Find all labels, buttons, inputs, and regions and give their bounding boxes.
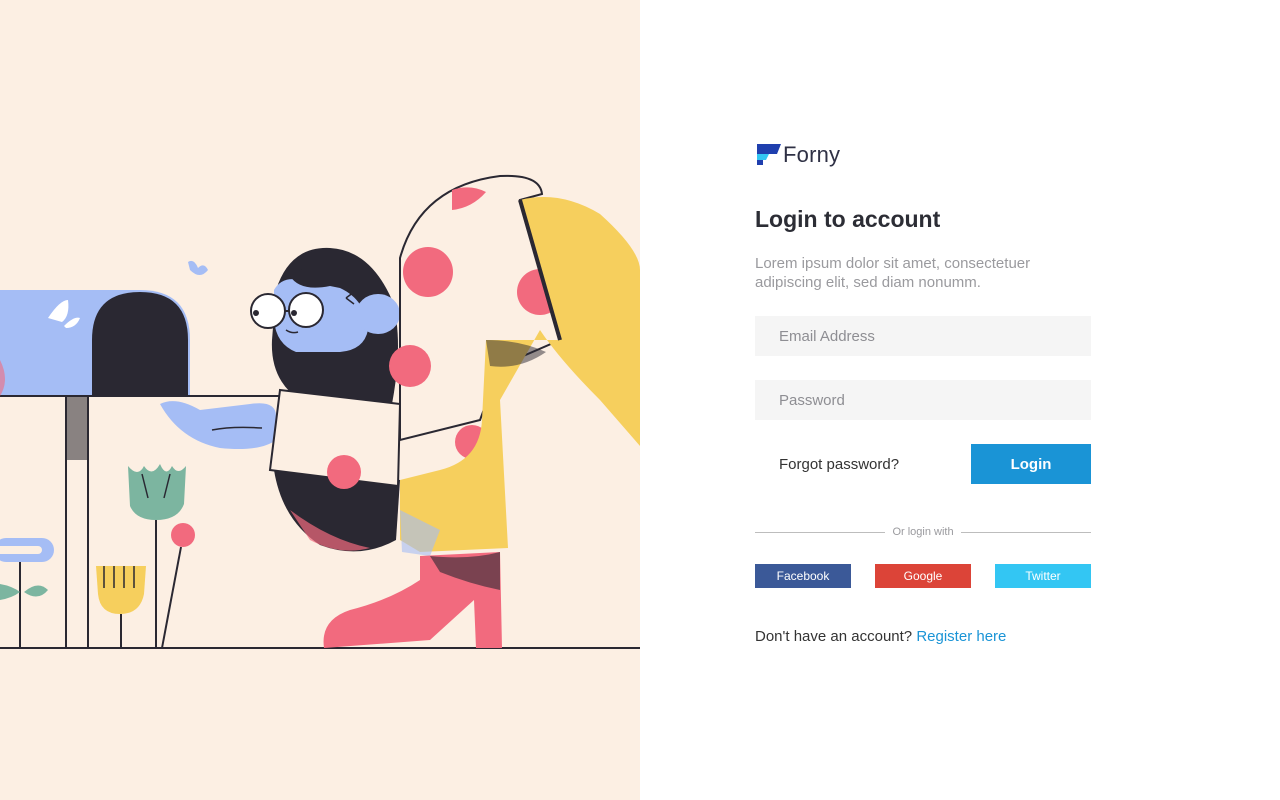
woman-mailbox-illustration bbox=[0, 174, 640, 649]
forny-logo-icon bbox=[757, 144, 781, 165]
illustration-panel bbox=[0, 0, 640, 800]
actions-row: Forgot password? Login bbox=[755, 444, 1091, 484]
login-form: Forny Login to account Lorem ipsum dolor… bbox=[755, 140, 1092, 646]
login-panel: Forny Login to account Lorem ipsum dolor… bbox=[640, 0, 1280, 800]
register-prompt: Don't have an account? bbox=[755, 628, 913, 645]
twitter-login-button[interactable]: Twitter bbox=[995, 564, 1091, 588]
password-field[interactable] bbox=[755, 380, 1091, 420]
brand-name: Forny bbox=[783, 142, 841, 167]
google-login-button[interactable]: Google bbox=[875, 564, 971, 588]
page-subtitle: Lorem ipsum dolor sit amet, consectetuer… bbox=[755, 255, 1031, 291]
forgot-password-link[interactable]: Forgot password? bbox=[755, 456, 899, 473]
register-row: Don't have an account? Register here bbox=[755, 628, 1091, 646]
social-login-row: Facebook Google Twitter bbox=[755, 564, 1091, 588]
social-divider: Or login with bbox=[755, 524, 1092, 540]
register-link[interactable]: Register here bbox=[916, 628, 1006, 645]
divider-label: Or login with bbox=[892, 526, 954, 538]
divider-line-left bbox=[755, 531, 886, 533]
brand-logo: Forny bbox=[755, 140, 1091, 168]
login-button[interactable]: Login bbox=[971, 444, 1091, 484]
email-field[interactable] bbox=[755, 316, 1091, 356]
divider-line-right bbox=[960, 531, 1092, 533]
facebook-login-button[interactable]: Facebook bbox=[755, 564, 851, 588]
page-title: Login to account bbox=[755, 206, 941, 232]
